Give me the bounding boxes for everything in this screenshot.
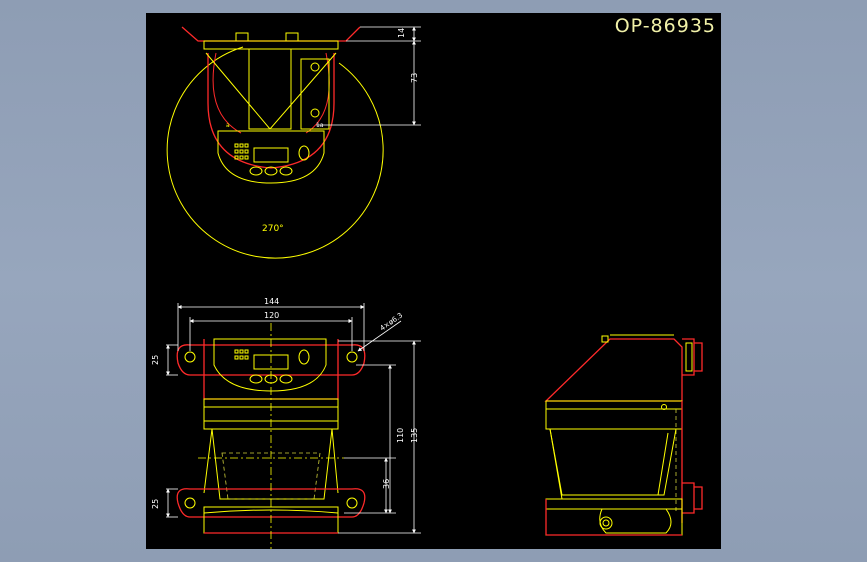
dim-25-top: 25 (151, 355, 160, 365)
dim-120: 120 (264, 311, 279, 320)
side-view (544, 334, 703, 536)
side-head (544, 338, 683, 402)
mount-hole-bl (184, 497, 196, 509)
dim-73: 73 (410, 73, 419, 83)
hole-note: 4×ø6.3 (379, 311, 405, 332)
mount-hole-tl (184, 351, 196, 363)
mount-hole-tr (346, 351, 358, 363)
side-body (545, 400, 683, 430)
top-view: 14 73 a 1a 270° (166, 26, 421, 259)
dim-110: 110 (396, 428, 405, 443)
side-scan-window (549, 428, 677, 496)
top-body-outline (207, 53, 335, 169)
cad-viewport[interactable]: OP-86935 14 73 a 1a 270° 144 120 25 25 1… (146, 13, 721, 549)
label-a: a (226, 122, 230, 129)
front-view: 144 120 25 25 135 110 36 4×ø6.3 (151, 297, 421, 549)
dim-135: 135 (410, 428, 419, 443)
dim-144: 144 (264, 297, 279, 306)
side-connector (599, 516, 613, 530)
side-base (545, 498, 683, 536)
dim-25-bottom: 25 (151, 499, 160, 509)
angle-270: 270° (262, 224, 284, 234)
technical-drawing: 14 73 a 1a 270° 144 120 25 25 135 110 36… (151, 26, 703, 549)
mount-hole-br (346, 497, 358, 509)
dim-36: 36 (382, 479, 391, 489)
top-mount-plate (181, 26, 361, 42)
label-1a: 1a (316, 122, 324, 129)
dim-14: 14 (397, 28, 406, 38)
